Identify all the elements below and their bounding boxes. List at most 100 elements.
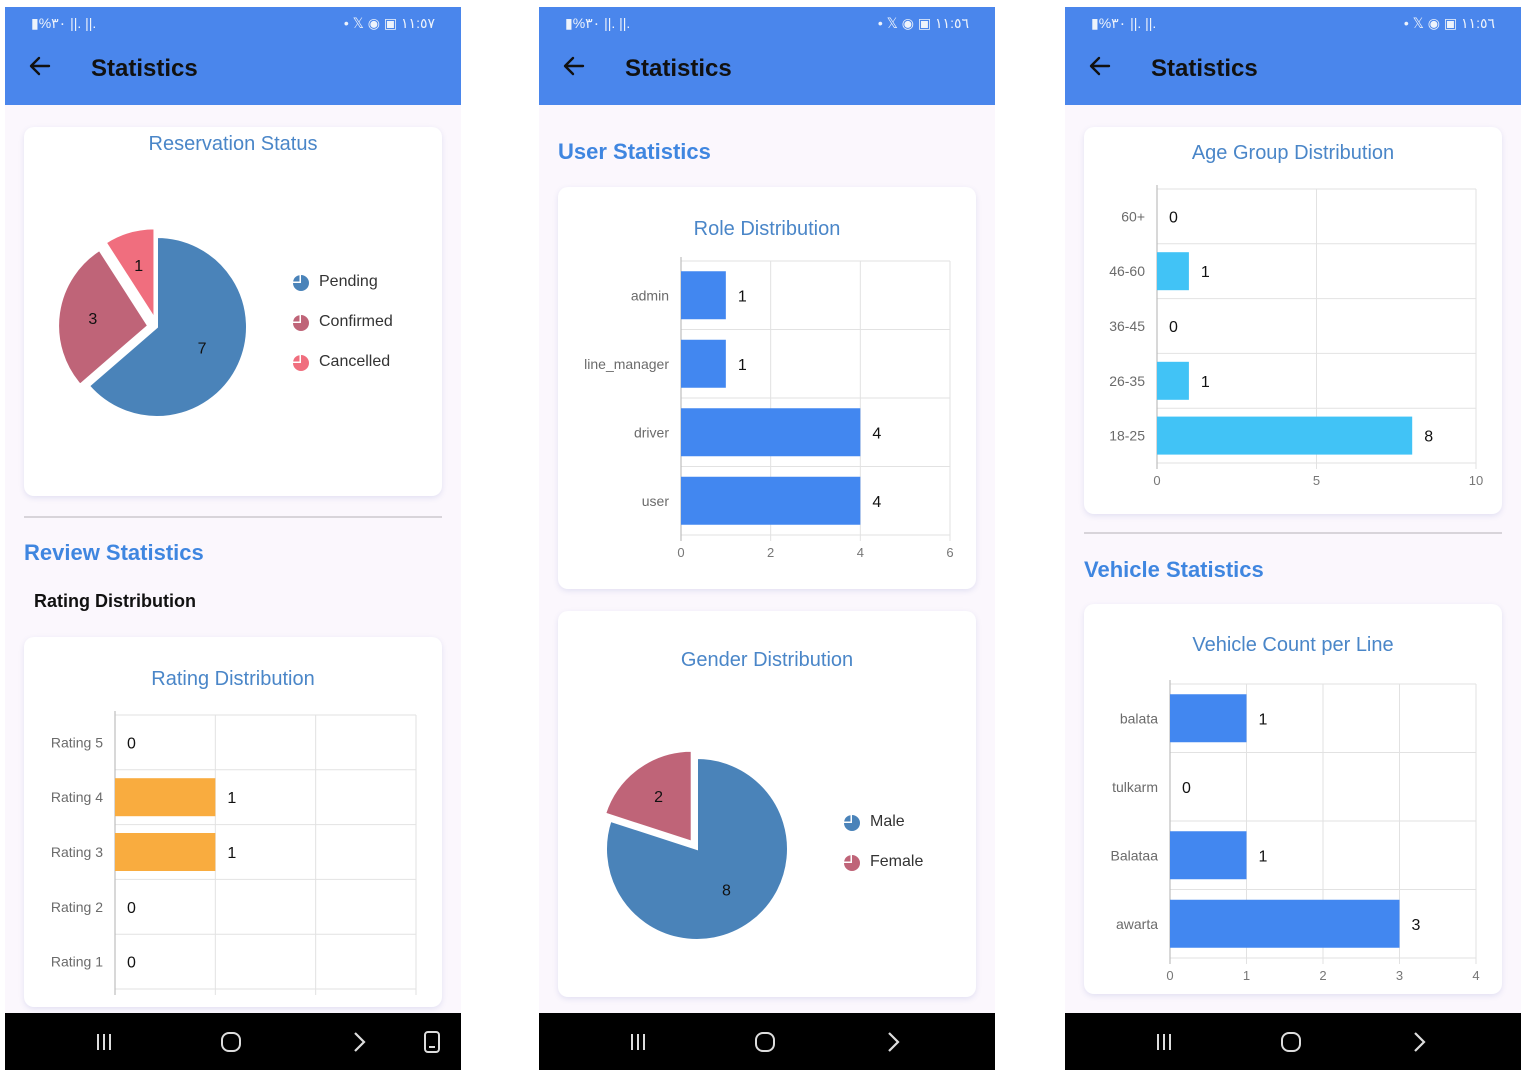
home-icon[interactable] xyxy=(216,1027,246,1057)
legend-label: Confirmed xyxy=(319,313,393,330)
legend-label: Cancelled xyxy=(319,353,391,370)
pie-value-pending: 7 xyxy=(198,341,207,358)
pie-legend-icon xyxy=(844,815,860,831)
bar-balataa xyxy=(1170,831,1247,880)
value-label-rating-1: 0 xyxy=(127,955,136,972)
vehicle-count-card: Vehicle Count per Line balata 1 tulkarm 0 Ba… xyxy=(1084,604,1502,994)
category-label-rating-3: Rating 3 xyxy=(51,844,103,860)
value-label-rating-5: 0 xyxy=(127,735,136,752)
category-label-rating-1: Rating 1 xyxy=(51,954,103,970)
category-label-awarta: awarta xyxy=(1116,916,1158,932)
value-label-balata: 1 xyxy=(1259,711,1268,728)
bar-18-25 xyxy=(1157,416,1413,455)
value-label-rating-4: 1 xyxy=(227,790,236,807)
x-tick-label: 0 xyxy=(1153,473,1160,488)
review-statistics-heading: Review Statistics xyxy=(24,540,204,565)
statistics-screen-reservations-reviews: ▮%۳۰ ||. ||. • 𝕏 ◉ ▣ ١١:٥٧ Statistics Re… xyxy=(5,7,461,1070)
value-label-awarta: 3 xyxy=(1412,917,1421,934)
rating-bar-chart: Rating 5 0 Rating 4 1 Rating 3 1 Rating 2 0 Rati… xyxy=(51,711,417,995)
category-label-balataa: Balataa xyxy=(1111,847,1159,863)
x-tick-label: 4 xyxy=(1472,968,1479,983)
pie-value-cancelled: 1 xyxy=(134,258,143,275)
back-arrow-icon[interactable] xyxy=(27,53,53,79)
category-label-rating-5: Rating 5 xyxy=(51,734,103,750)
rating-distribution-subheading: Rating Distribution xyxy=(34,591,196,611)
recent-apps-icon[interactable] xyxy=(623,1027,653,1057)
back-chevron-icon[interactable] xyxy=(878,1027,908,1057)
category-label-18-25: 18-25 xyxy=(1109,428,1145,444)
status-icons: • 𝕏 ◉ ▣ xyxy=(343,15,398,31)
age-bar-chart: 60+ 0 46-60 1 36-45 0 26-35 1 18-25 8 0 5 10 xyxy=(1109,185,1483,488)
x-tick-label: 3 xyxy=(1396,968,1403,983)
home-icon[interactable] xyxy=(1276,1027,1306,1057)
role-bar-chart: admin 1 line_manager 1 driver 4 user 4 0 2 4 6 xyxy=(584,257,954,560)
category-label-60-: 60+ xyxy=(1121,208,1145,224)
bar-line-manager xyxy=(681,339,726,388)
x-tick-label: 0 xyxy=(677,545,684,560)
category-label-balata: balata xyxy=(1120,710,1158,726)
page-title: Statistics xyxy=(91,55,198,82)
status-icons: • 𝕏 ◉ ▣ xyxy=(1403,15,1458,31)
app-bar: ▮%۳۰ ||. ||. • 𝕏 ◉ ▣ ١١:٥٧ Statistics xyxy=(5,7,461,105)
gender-distribution-card: Gender Distribution 82 Male Female xyxy=(558,611,976,997)
category-label-line-manager: line_manager xyxy=(584,356,669,372)
reservation-status-card: Reservation Status 731 Pending Confirmed C… xyxy=(24,127,442,496)
system-nav-bar xyxy=(5,1013,461,1070)
status-bar-left: ▮%۳۰ ||. ||. xyxy=(1091,15,1157,31)
home-icon[interactable] xyxy=(750,1027,780,1057)
x-tick-label: 1 xyxy=(1243,968,1250,983)
bar-balata xyxy=(1170,694,1247,743)
bar-26-35 xyxy=(1157,361,1189,400)
pie-legend-icon xyxy=(293,355,309,371)
back-arrow-icon[interactable] xyxy=(1087,53,1113,79)
x-tick-label: 5 xyxy=(1313,473,1320,488)
x-tick-label: 2 xyxy=(1319,968,1326,983)
legend-label: Pending xyxy=(319,273,378,290)
app-bar: ▮%۳۰ ||. ||. • 𝕏 ◉ ▣ ١١:٥٦ Statistics xyxy=(1065,7,1521,105)
vehicle-bar-chart: balata 1 tulkarm 0 Balataa 1 awarta 3 0 1 2 3 4 xyxy=(1111,680,1480,983)
pie-legend-icon xyxy=(293,275,309,291)
back-chevron-icon[interactable] xyxy=(344,1027,374,1057)
recent-apps-icon[interactable] xyxy=(1149,1027,1179,1057)
bar-46-60 xyxy=(1157,252,1189,291)
pie-value-female: 2 xyxy=(654,789,663,806)
category-label-46-60: 46-60 xyxy=(1109,263,1145,279)
x-tick-label: 6 xyxy=(946,545,953,560)
age-group-card: Age Group Distribution 60+ 0 46-60 1 36-45 0 2… xyxy=(1084,127,1502,514)
legend-label: Male xyxy=(870,813,905,830)
pie-value-confirmed: 3 xyxy=(88,311,97,328)
legend-label: Female xyxy=(870,853,924,870)
status-bar-right: • 𝕏 ◉ ▣ ١١:٥٧ xyxy=(344,15,435,32)
value-label-46-60: 1 xyxy=(1201,264,1210,281)
category-label-26-35: 26-35 xyxy=(1109,373,1145,389)
pie-legend-icon xyxy=(844,855,860,871)
status-time: ١١:٥٦ xyxy=(1461,15,1495,31)
rotate-icon[interactable] xyxy=(417,1027,447,1057)
rating-distribution-card: Rating Distribution Rating 5 0 Rating 4 1 Ra… xyxy=(24,637,442,1007)
category-label-tulkarm: tulkarm xyxy=(1112,779,1158,795)
system-nav-bar xyxy=(1065,1013,1521,1070)
section-divider xyxy=(1084,532,1502,534)
page-title: Statistics xyxy=(625,55,732,82)
recent-apps-icon[interactable] xyxy=(89,1027,119,1057)
page-title: Statistics xyxy=(1151,55,1258,82)
category-label-36-45: 36-45 xyxy=(1109,318,1145,334)
value-label-26-35: 1 xyxy=(1201,374,1210,391)
value-label-user: 4 xyxy=(872,494,881,511)
bar-driver xyxy=(681,408,861,457)
category-label-rating-4: Rating 4 xyxy=(51,789,103,805)
status-time: ١١:٥٧ xyxy=(401,15,435,31)
pie-legend-icon xyxy=(293,315,309,331)
back-chevron-icon[interactable] xyxy=(1404,1027,1434,1057)
status-bar-left: ▮%۳۰ ||. ||. xyxy=(565,15,631,31)
category-label-rating-2: Rating 2 xyxy=(51,899,103,915)
user-statistics-heading: User Statistics xyxy=(558,139,711,164)
x-tick-label: 2 xyxy=(767,545,774,560)
value-label-rating-2: 0 xyxy=(127,900,136,917)
statistics-screen-users: ▮%۳۰ ||. ||. • 𝕏 ◉ ▣ ١١:٥٦ Statistics Us… xyxy=(539,7,995,1070)
category-label-admin: admin xyxy=(631,287,669,303)
back-arrow-icon[interactable] xyxy=(561,53,587,79)
value-label-admin: 1 xyxy=(738,288,747,305)
value-label-driver: 4 xyxy=(872,425,881,442)
section-divider xyxy=(24,516,442,518)
